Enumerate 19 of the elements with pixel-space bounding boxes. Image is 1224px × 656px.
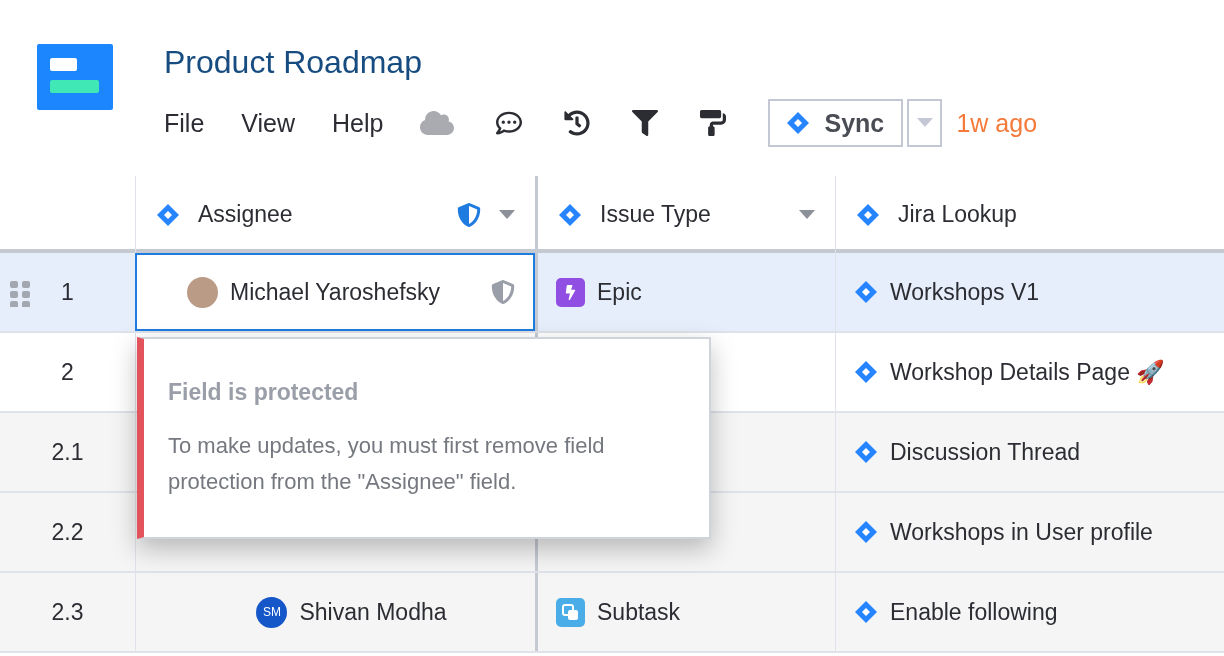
avatar-initials: SM <box>256 596 288 628</box>
lookup-value: Discussion Thread <box>890 438 1081 466</box>
row-number: 1 <box>61 278 74 306</box>
row-number: 2.2 <box>51 518 84 546</box>
lookup-value: Enable following <box>890 598 1058 626</box>
last-synced-time: 1w ago <box>956 108 1038 138</box>
lookup-value: Workshops in User profile <box>890 518 1153 546</box>
lookup-value: Workshop Details Page 🚀 <box>890 358 1166 386</box>
row-number: 2 <box>61 358 74 386</box>
lookup-value: Workshops V1 <box>890 278 1040 306</box>
assignee-name: Shivan Modha <box>299 598 447 626</box>
assignee-name: Michael Yaroshefsky <box>230 278 441 306</box>
document-title: Product Roadmap <box>164 44 423 81</box>
popover-title: Field is protected <box>168 379 360 406</box>
issue-type-label: Epic <box>597 278 642 306</box>
row-number: 2.3 <box>51 598 84 626</box>
issue-type-label: Subtask <box>597 598 681 626</box>
row-number: 2.1 <box>51 438 84 466</box>
popover-message: To make updates, you must first remove field protection from the "Assignee" field. <box>168 432 606 496</box>
